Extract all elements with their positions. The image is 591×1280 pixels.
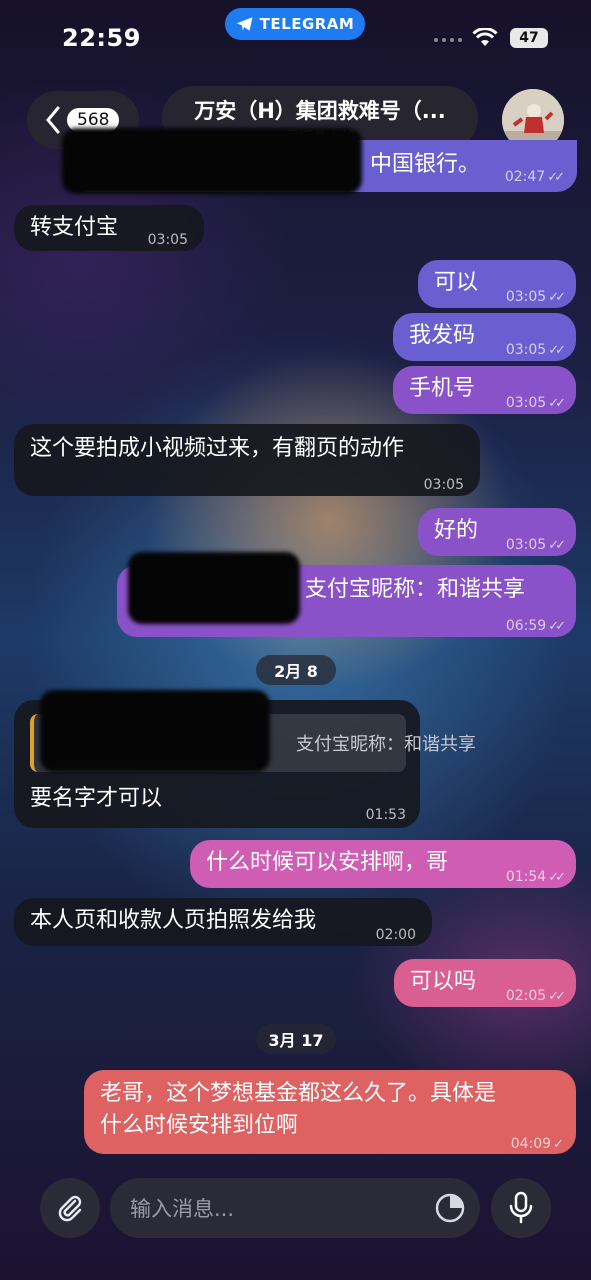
message-meta: 04:09 ✓	[510, 1136, 564, 1152]
message-bubble-out[interactable]: 好的 03:05 ✓✓	[418, 508, 576, 556]
date-separator: 3月 17	[256, 1024, 336, 1054]
redaction-mark	[40, 690, 270, 772]
message-text: 什么时候安排到位啊	[100, 1113, 299, 1138]
message-text: 我发码	[409, 323, 476, 348]
message-bubble-out[interactable]: 我发码 03:05 ✓✓	[393, 313, 576, 361]
telegram-plane-icon	[236, 17, 253, 31]
message-meta: 03:05 ✓✓	[505, 342, 566, 358]
message-bubble-in[interactable]: 转支付宝 03:05	[14, 205, 204, 251]
message-text: 要名字才可以	[30, 786, 163, 811]
telegram-pill-label: TELEGRAM	[259, 15, 355, 33]
message-bubble-out[interactable]: 什么时候可以安排啊，哥 01:54 ✓✓	[190, 840, 576, 888]
message-time: 03:05	[147, 232, 188, 248]
message-text: 支付宝昵称：和谐共享	[305, 577, 526, 602]
message-text: 可以吗	[410, 969, 477, 994]
microphone-icon	[509, 1191, 533, 1224]
message-time: 02:00	[375, 927, 416, 943]
message-meta: 06:59 ✓✓	[505, 618, 566, 634]
battery-indicator: 47	[510, 28, 548, 48]
message-meta: 02:05 ✓✓	[505, 988, 566, 1004]
message-text: 这个要拍成小视频过来，有翻页的动作	[30, 436, 405, 461]
message-text: 什么时候可以安排啊，哥	[206, 850, 449, 875]
date-separator: 2月 8	[256, 655, 336, 685]
message-input[interactable]	[128, 1192, 412, 1226]
message-meta: 03:05 ✓✓	[505, 289, 566, 305]
message-text: 手机号	[409, 376, 476, 401]
message-meta: 02:47 ✓✓	[504, 169, 565, 185]
message-text: 老哥，这个梦想基金都这么久了。具体是	[100, 1081, 497, 1106]
message-input-box[interactable]	[110, 1178, 480, 1238]
message-text: 好的	[434, 518, 479, 543]
signal-dots-icon	[434, 38, 462, 42]
chat-title: 万安（H）集团救难号（...	[194, 99, 446, 123]
attach-button[interactable]	[40, 1178, 100, 1238]
message-text: 中国银行。	[370, 152, 481, 177]
status-time: 22:59	[62, 24, 141, 52]
paperclip-icon	[58, 1195, 82, 1222]
message-bubble-out[interactable]: 手机号 03:05 ✓✓	[393, 366, 576, 414]
chevron-left-icon	[46, 106, 60, 134]
redaction-mark	[128, 552, 300, 624]
wifi-icon	[472, 28, 498, 46]
message-meta: 01:54 ✓✓	[505, 869, 566, 885]
telegram-pill[interactable]: TELEGRAM	[225, 8, 365, 40]
redaction-mark	[62, 128, 362, 194]
message-time: 01:53	[365, 807, 406, 823]
message-text: 可以	[434, 270, 479, 295]
message-meta: 03:05 ✓✓	[505, 395, 566, 411]
message-bubble-out[interactable]: 可以吗 02:05 ✓✓	[394, 959, 576, 1007]
message-bubble-in[interactable]: 本人页和收款人页拍照发给我 02:00	[14, 898, 432, 946]
message-bubble-out[interactable]: 可以 03:05 ✓✓	[418, 260, 576, 308]
reply-quote-text: 支付宝昵称：和谐共享	[296, 734, 476, 755]
message-meta: 03:05 ✓✓	[505, 537, 566, 553]
message-time: 03:05	[423, 477, 464, 493]
message-bubble-in[interactable]: 这个要拍成小视频过来，有翻页的动作 03:05	[14, 424, 480, 496]
microphone-button[interactable]	[491, 1178, 551, 1238]
message-text: 本人页和收款人页拍照发给我	[30, 908, 317, 933]
message-bubble-out[interactable]: 老哥，这个梦想基金都这么久了。具体是 什么时候安排到位啊 04:09 ✓	[84, 1070, 576, 1154]
sticker-icon[interactable]	[434, 1192, 466, 1224]
message-text: 转支付宝	[30, 215, 119, 240]
